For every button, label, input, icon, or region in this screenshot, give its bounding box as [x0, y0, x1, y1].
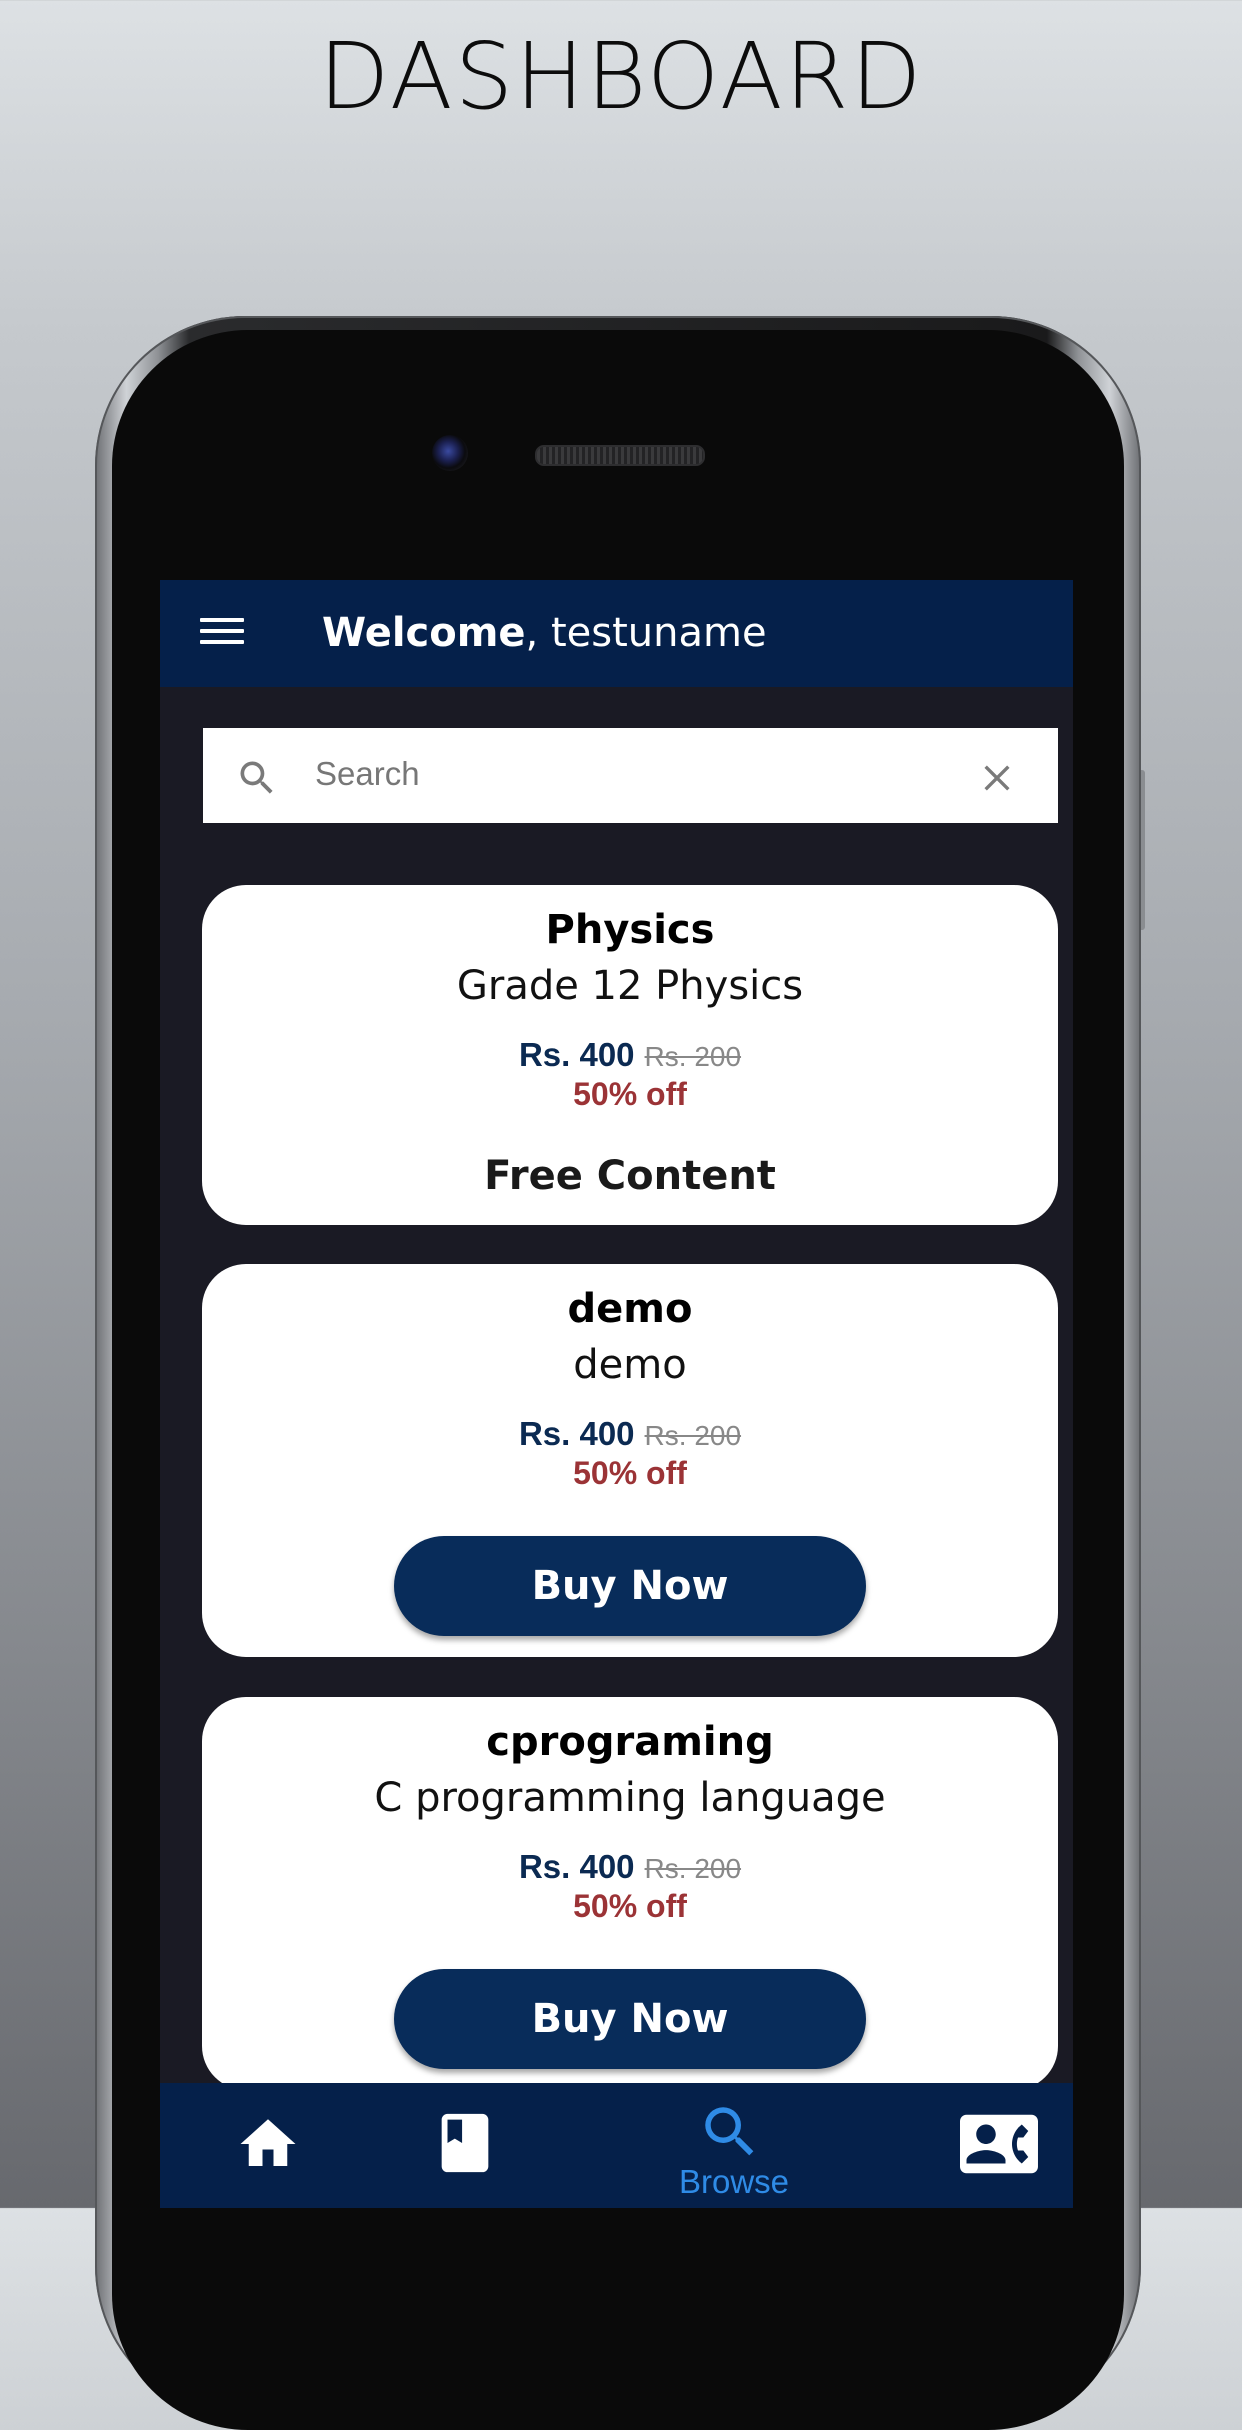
discount-label: 50% off	[573, 1076, 687, 1112]
app-screen: Welcome, testuname Physics Grade 12 Phys…	[160, 580, 1073, 2208]
search-icon	[240, 761, 273, 794]
bottom-navigation: Browse	[160, 2083, 1073, 2208]
discount-label: 50% off	[573, 1455, 687, 1491]
nav-contact[interactable]	[960, 2083, 1050, 2208]
contact-card-icon	[960, 2114, 1038, 2174]
nav-home[interactable]	[225, 2083, 335, 2208]
course-old-price: Rs. 200	[644, 1041, 742, 1072]
course-price: Rs. 400	[518, 1036, 635, 1073]
buy-now-button[interactable]: Buy Now	[394, 1536, 866, 1636]
welcome-text: Welcome, testuname	[322, 606, 767, 660]
price-row: Rs. 400 Rs. 200	[202, 1848, 1058, 1886]
camera-icon	[432, 435, 468, 471]
course-card[interactable]: Physics Grade 12 Physics Rs. 400 Rs. 200 …	[202, 885, 1058, 1225]
course-old-price: Rs. 200	[644, 1853, 742, 1884]
course-title: cprograming	[486, 1719, 774, 1765]
search-input[interactable]	[313, 744, 937, 804]
course-subtitle: C programming language	[374, 1775, 886, 1821]
welcome-greeting: Welcome	[322, 610, 526, 656]
nav-browse[interactable]: Browse	[659, 2083, 809, 2208]
page-headline: DASHBOARD	[318, 23, 924, 130]
search-icon	[705, 2107, 754, 2156]
course-price: Rs. 400	[518, 1415, 635, 1452]
nav-browse-label: Browse	[678, 2163, 790, 2200]
course-card[interactable]: demo demo Rs. 400 Rs. 200 50% off Buy Now	[202, 1264, 1058, 1657]
home-icon	[240, 2119, 296, 2166]
course-title: demo	[567, 1286, 693, 1332]
speaker-grille	[535, 445, 705, 466]
clear-search-icon[interactable]	[980, 761, 1014, 795]
discount-label: 50% off	[573, 1888, 687, 1924]
course-old-price: Rs. 200	[644, 1420, 742, 1451]
welcome-username: , testuname	[525, 610, 767, 656]
course-card[interactable]: cprograming C programming language Rs. 4…	[202, 1697, 1058, 2090]
free-content-link[interactable]: Free Content	[202, 1153, 1058, 1199]
course-title: Physics	[545, 907, 715, 953]
buy-now-button[interactable]: Buy Now	[394, 1969, 866, 2069]
nav-library[interactable]	[430, 2083, 530, 2208]
price-row: Rs. 400 Rs. 200	[202, 1036, 1058, 1074]
search-bar	[203, 728, 1058, 823]
course-subtitle: demo	[573, 1342, 687, 1388]
course-subtitle: Grade 12 Physics	[456, 963, 804, 1009]
book-icon	[441, 2113, 489, 2173]
hamburger-menu-icon[interactable]	[200, 618, 244, 646]
course-price: Rs. 400	[518, 1848, 635, 1885]
app-header: Welcome, testuname	[160, 580, 1073, 687]
price-row: Rs. 400 Rs. 200	[202, 1415, 1058, 1453]
